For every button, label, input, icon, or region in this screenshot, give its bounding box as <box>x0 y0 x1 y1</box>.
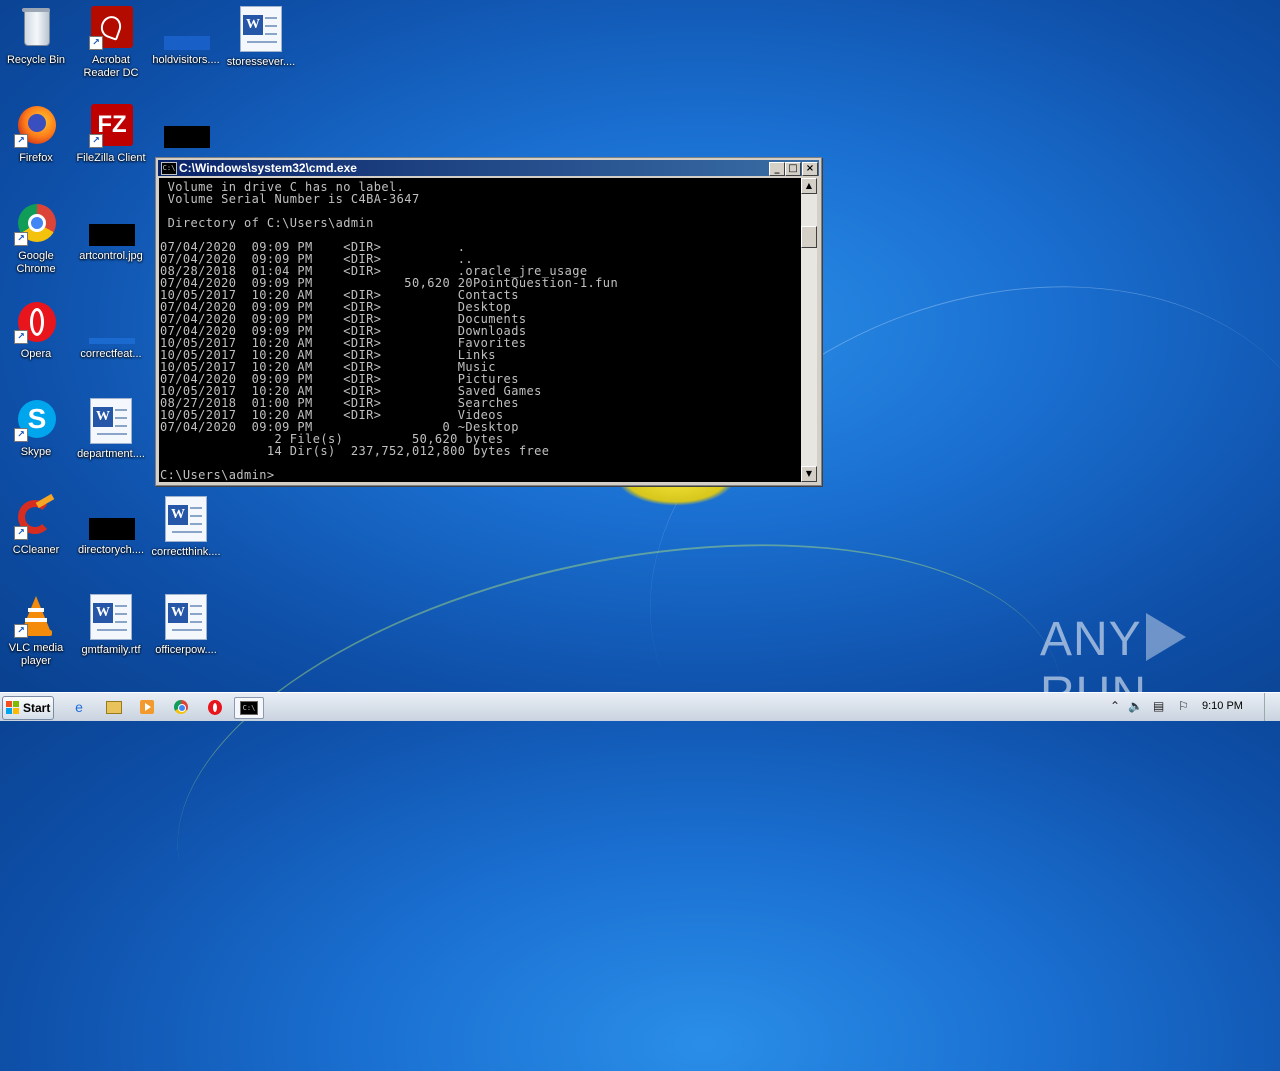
vlc-icon: ↗ <box>14 594 58 638</box>
desktop-icon-artcontrol[interactable]: artcontrol.jpg <box>73 202 149 263</box>
scroll-up-button[interactable]: ▲ <box>801 178 817 194</box>
show-hidden-icons[interactable]: ⌃ <box>1110 699 1120 713</box>
start-button[interactable]: Start <box>2 696 54 720</box>
desktop-icon-ccleaner[interactable]: ↗ CCleaner <box>0 493 74 557</box>
clock[interactable]: 9:10 PM <box>1202 700 1243 712</box>
desktop-icon-skype[interactable]: S ↗ Skype <box>0 398 74 459</box>
desktop-icon-vlc[interactable]: ↗ VLC media player <box>0 594 74 668</box>
minimize-button[interactable]: _ <box>769 162 785 176</box>
console-text: Volume in drive C has no label. Volume S… <box>160 180 619 482</box>
desktop-icon-storessever[interactable]: W storessever.... <box>223 6 299 69</box>
opera-icon: ↗ <box>14 300 58 344</box>
chrome-icon: ↗ <box>14 202 58 246</box>
desktop-icon-hidden[interactable] <box>148 104 224 152</box>
volume-icon[interactable]: 🔈 <box>1128 699 1143 713</box>
word-document-icon: W <box>165 496 207 542</box>
desktop-icon-holdvisitors[interactable]: holdvisitors.... <box>148 6 224 67</box>
skype-icon: S ↗ <box>14 398 58 442</box>
windows-logo-icon <box>6 701 20 715</box>
action-center-flag-icon[interactable]: ⚐ <box>1178 699 1189 713</box>
close-button[interactable]: × <box>802 162 818 176</box>
ie-icon[interactable]: e <box>68 697 90 717</box>
cmd-window[interactable]: C:\ C:\Windows\system32\cmd.exe _ □ × Vo… <box>155 157 822 486</box>
cmd-icon: C:\ <box>161 162 177 175</box>
media-player-icon[interactable] <box>136 697 158 717</box>
desktop-icon-chrome[interactable]: ↗ Google Chrome <box>0 202 74 276</box>
desktop-icon-officerpow[interactable]: W officerpow.... <box>148 594 224 657</box>
start-label: Start <box>23 701 51 715</box>
filezilla-icon: FZ ↗ <box>89 104 133 148</box>
acrobat-icon: ↗ <box>89 6 133 50</box>
desktop-icon-acrobat[interactable]: ↗ Acrobat Reader DC <box>73 6 149 80</box>
desktop-icon-firefox[interactable]: ↗ Firefox <box>0 104 74 165</box>
firefox-icon: ↗ <box>14 104 58 148</box>
explorer-icon[interactable] <box>102 697 124 717</box>
file-icon <box>89 300 135 344</box>
scroll-down-button[interactable]: ▼ <box>801 466 817 482</box>
vertical-scrollbar[interactable]: ▲ ▼ <box>801 178 817 482</box>
cmd-taskbar-button[interactable]: C:\ <box>234 697 264 719</box>
desktop-icon-directorych[interactable]: directorych.... <box>73 496 149 557</box>
recycle-bin-icon <box>14 6 58 50</box>
image-file-icon <box>89 202 135 246</box>
file-icon <box>164 6 210 50</box>
desktop-icon-opera[interactable]: ↗ Opera <box>0 300 74 361</box>
show-desktop-button[interactable] <box>1264 693 1280 721</box>
ccleaner-icon: ↗ <box>14 493 58 540</box>
desktop-icon-recycle-bin[interactable]: Recycle Bin <box>0 6 74 67</box>
maximize-button[interactable]: □ <box>785 162 801 176</box>
file-icon <box>164 104 210 148</box>
desktop-icon-correctfeat[interactable]: correctfeat... <box>73 300 149 361</box>
watermark-left: ANY <box>1040 613 1142 666</box>
play-icon <box>1145 613 1186 661</box>
desktop-icon-gmtfamily[interactable]: W gmtfamily.rtf <box>73 594 149 657</box>
desktop-icon-correctthink[interactable]: W correctthink.... <box>148 496 224 559</box>
desktop-icon-filezilla[interactable]: FZ ↗ FileZilla Client <box>73 104 149 165</box>
opera-icon[interactable] <box>204 697 226 717</box>
word-document-icon: W <box>240 6 282 52</box>
file-icon <box>89 496 135 540</box>
word-document-icon: W <box>90 594 132 640</box>
network-icon[interactable]: ▤ <box>1153 699 1164 713</box>
word-document-icon: W <box>165 594 207 640</box>
console-output[interactable]: Volume in drive C has no label. Volume S… <box>159 178 801 482</box>
desktop-icon-department[interactable]: W department.... <box>73 398 149 461</box>
chrome-icon[interactable] <box>170 697 192 717</box>
cmd-title: C:\Windows\system32\cmd.exe <box>179 161 357 175</box>
taskbar: Start e C:\ ⌃ 🔈 ▤ ⚐ 9:10 PM <box>0 692 1280 721</box>
cmd-titlebar[interactable]: C:\ C:\Windows\system32\cmd.exe _ □ × <box>158 160 819 176</box>
word-document-icon: W <box>90 398 132 444</box>
scroll-thumb[interactable] <box>801 226 817 248</box>
